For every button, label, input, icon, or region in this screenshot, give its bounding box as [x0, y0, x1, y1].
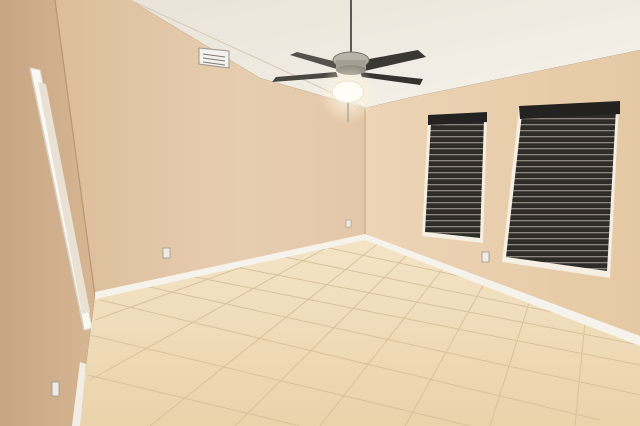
outlet-back-wall-small	[345, 219, 352, 228]
outlet-back-wall	[162, 247, 171, 259]
window-blind[interactable]	[506, 109, 616, 271]
ceiling-vent	[198, 47, 230, 69]
room-scene	[0, 0, 640, 426]
room-illustration	[0, 0, 640, 426]
window-blind[interactable]	[425, 120, 484, 238]
window-left	[422, 112, 487, 243]
outlet-left-wall	[51, 381, 60, 397]
outlet-right-wall	[481, 251, 490, 263]
window-right	[502, 101, 620, 278]
light-globe	[331, 80, 365, 104]
